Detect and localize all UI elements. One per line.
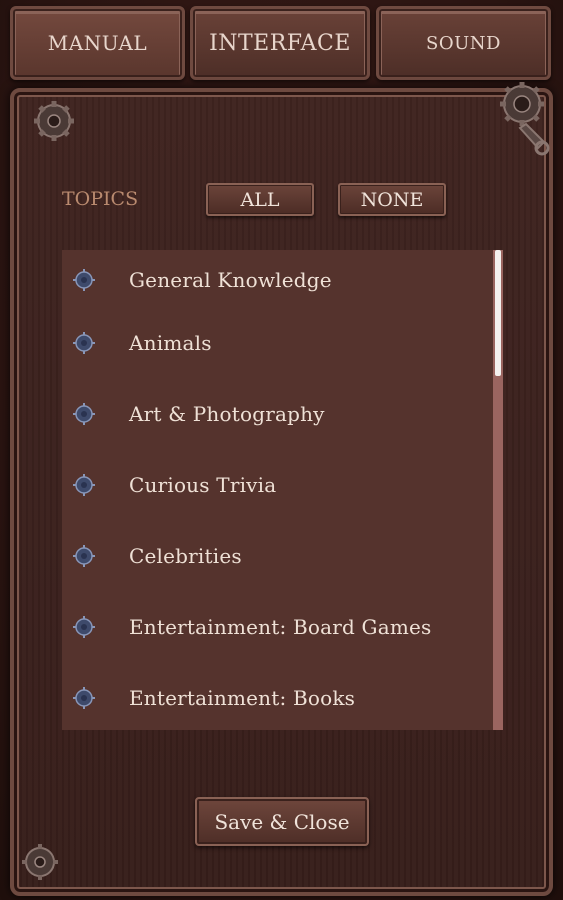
list-item-curious-trivia[interactable]: Curious Trivia [62,455,492,515]
list-item-label: General Knowledge [129,268,332,292]
list-item-entertainment-books[interactable]: Entertainment: Books [62,668,492,728]
settings-screen: MANUAL INTERFACE SOUND TOPICS ALL NONE G… [0,0,563,900]
gear-bullet-icon [72,473,96,497]
gear-bullet-icon [72,268,96,292]
topics-list[interactable]: General Knowledge Animals Art & Photogra… [62,250,503,730]
list-item-celebrities[interactable]: Celebrities [62,526,492,586]
list-item-label: Curious Trivia [129,473,277,497]
save-and-close-button[interactable]: Save & Close [195,797,369,846]
select-none-button[interactable]: NONE [338,183,446,216]
list-item-general-knowledge[interactable]: General Knowledge [62,250,492,310]
gear-bullet-icon [72,331,96,355]
gear-bullet-icon [72,402,96,426]
gear-bullet-icon [72,544,96,568]
gear-decoration-icon [24,96,84,146]
gear-bullet-icon [72,686,96,710]
list-item-entertainment-board-games[interactable]: Entertainment: Board Games [62,597,492,657]
list-item-label: Celebrities [129,544,242,568]
gear-wrench-decoration-icon [490,78,554,158]
gear-bullet-icon [72,615,96,639]
list-scrollbar-thumb[interactable] [495,250,501,376]
list-item-label: Animals [129,331,212,355]
select-all-button[interactable]: ALL [206,183,314,216]
list-item-animals[interactable]: Animals [62,313,492,373]
topics-label: TOPICS [62,188,139,210]
tab-manual[interactable]: MANUAL [10,6,185,80]
list-item-label: Entertainment: Books [129,686,356,710]
gear-decoration-bottom-icon [18,836,62,886]
list-item-label: Entertainment: Board Games [129,615,432,639]
list-item-label: Art & Photography [129,402,325,426]
tab-interface[interactable]: INTERFACE [190,6,370,80]
tab-sound[interactable]: SOUND [376,6,551,80]
list-item-art-photography[interactable]: Art & Photography [62,384,492,444]
